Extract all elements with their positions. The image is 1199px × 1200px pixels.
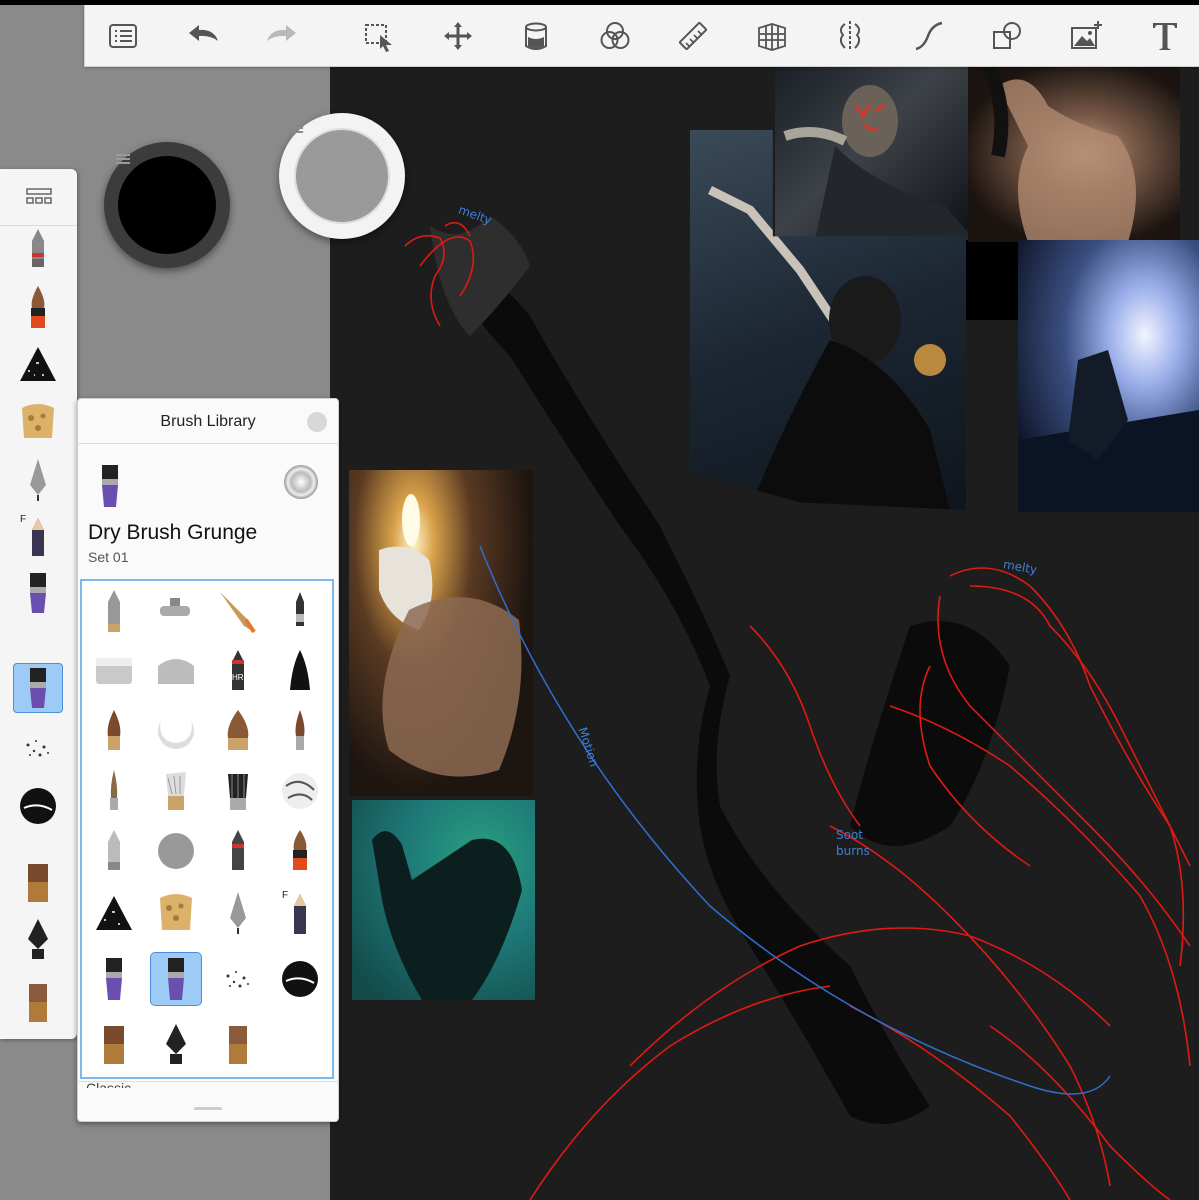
- svg-text:F: F: [20, 514, 26, 525]
- nib-pen-brush-icon[interactable]: [13, 914, 63, 964]
- perspective-icon[interactable]: [751, 15, 793, 57]
- round-brush-icon[interactable]: [90, 705, 138, 757]
- ink-pen-brush-icon[interactable]: [13, 454, 63, 504]
- round-texture-brush-icon[interactable]: [276, 953, 324, 1005]
- ruler-icon[interactable]: [672, 15, 714, 57]
- dry-brush-icon[interactable]: [90, 953, 138, 1005]
- brush-grid: HR F: [80, 579, 334, 1079]
- nib-pen-brush-icon[interactable]: [152, 1019, 200, 1071]
- airbrush-icon[interactable]: [152, 585, 200, 637]
- wide-brush-icon[interactable]: [13, 979, 63, 1029]
- symmetry-icon[interactable]: [829, 15, 871, 57]
- svg-text:HR: HR: [232, 673, 244, 682]
- selection-icon[interactable]: [358, 15, 400, 57]
- secondary-color-puck[interactable]: [279, 113, 405, 239]
- triangle-texture-brush-icon[interactable]: [13, 340, 63, 390]
- wide-brush-icon[interactable]: [214, 1019, 262, 1071]
- round-texture-brush-icon[interactable]: [13, 781, 63, 831]
- primary-color-puck[interactable]: [104, 142, 230, 268]
- pencil-brush-icon[interactable]: [90, 585, 138, 637]
- color-harmony-icon[interactable]: [594, 15, 636, 57]
- toolbar: [84, 5, 1199, 67]
- sponge-brush-icon[interactable]: [13, 397, 63, 447]
- brush-library-panel: Brush Library Dry Brush Grunge Set 01 HR: [77, 398, 339, 1122]
- panel-grabber[interactable]: [194, 1107, 222, 1110]
- brush-library-footer: Classic: [78, 1080, 338, 1120]
- puck-menu-icon[interactable]: [116, 154, 130, 164]
- graphite-pencil-brush-icon[interactable]: F: [276, 887, 324, 939]
- redo-icon[interactable]: [261, 15, 303, 57]
- eraser-soft-icon[interactable]: [152, 645, 200, 697]
- flat-brush-icon[interactable]: [90, 1019, 138, 1071]
- speckle-brush-icon[interactable]: [214, 953, 262, 1005]
- graphite-pencil-brush-icon[interactable]: F: [13, 511, 63, 561]
- pencil-brush-icon[interactable]: [13, 226, 63, 276]
- hard-round-pen-icon[interactable]: HR: [214, 645, 262, 697]
- curve-icon[interactable]: [908, 15, 950, 57]
- flat-brush-icon[interactable]: [13, 859, 63, 909]
- technical-pen-icon[interactable]: [214, 825, 262, 877]
- brush-library-title: Brush Library: [78, 399, 338, 444]
- canvas-note-burns: burns: [836, 844, 870, 858]
- shapes-icon[interactable]: [986, 15, 1028, 57]
- drawing-layer: [404, 216, 1191, 1200]
- marker-brush-icon[interactable]: [276, 825, 324, 877]
- liner-brush-icon[interactable]: [90, 765, 138, 817]
- brush-library-toggle-icon[interactable]: [0, 169, 77, 226]
- dry-brush-grunge-icon[interactable]: [150, 952, 202, 1006]
- add-image-icon[interactable]: [1065, 15, 1107, 57]
- canvas-note-soot: Soot: [836, 828, 864, 842]
- marker-brush-icon[interactable]: [13, 283, 63, 333]
- secondary-color-swatch[interactable]: [294, 128, 390, 224]
- fill-icon[interactable]: [515, 15, 557, 57]
- speckle-brush-icon[interactable]: [13, 722, 63, 772]
- noise-brush-icon[interactable]: [152, 825, 200, 877]
- current-brush-preview-icon: [92, 465, 128, 509]
- close-button[interactable]: [307, 412, 327, 432]
- brush-palette: F: [0, 169, 77, 1039]
- crescent-brush-icon[interactable]: [152, 705, 200, 757]
- menu-icon[interactable]: [102, 15, 144, 57]
- svg-text:F: F: [282, 890, 288, 901]
- current-brush-name: Dry Brush Grunge: [88, 521, 258, 544]
- chisel-marker-icon[interactable]: [276, 645, 324, 697]
- dry-brush-icon[interactable]: [13, 568, 63, 618]
- ballpoint-brush-icon[interactable]: [276, 585, 324, 637]
- undo-icon[interactable]: [182, 15, 224, 57]
- bristle-brush-icon[interactable]: [214, 765, 262, 817]
- puck-menu-icon[interactable]: [289, 123, 303, 133]
- paint-brush-icon[interactable]: [214, 585, 262, 637]
- ink-pen-brush-icon[interactable]: [214, 887, 262, 939]
- triangle-texture-brush-icon[interactable]: [90, 887, 138, 939]
- sponge-brush-icon[interactable]: [152, 887, 200, 939]
- metal-pen-icon[interactable]: [90, 825, 138, 877]
- current-brush-set: Set 01: [88, 549, 129, 565]
- next-set-label[interactable]: Classic: [86, 1080, 131, 1088]
- dry-brush-grunge-icon[interactable]: [13, 663, 63, 713]
- eraser-hard-icon[interactable]: [90, 645, 138, 697]
- text-icon[interactable]: [1144, 15, 1186, 57]
- fine-brush-icon[interactable]: [276, 705, 324, 757]
- fan-brush-icon[interactable]: [152, 765, 200, 817]
- splatter-brush-icon[interactable]: [276, 765, 324, 817]
- primary-color-swatch[interactable]: [118, 156, 216, 254]
- brush-texture-icon[interactable]: [284, 465, 318, 499]
- transform-icon[interactable]: [437, 15, 479, 57]
- wide-round-brush-icon[interactable]: [214, 705, 262, 757]
